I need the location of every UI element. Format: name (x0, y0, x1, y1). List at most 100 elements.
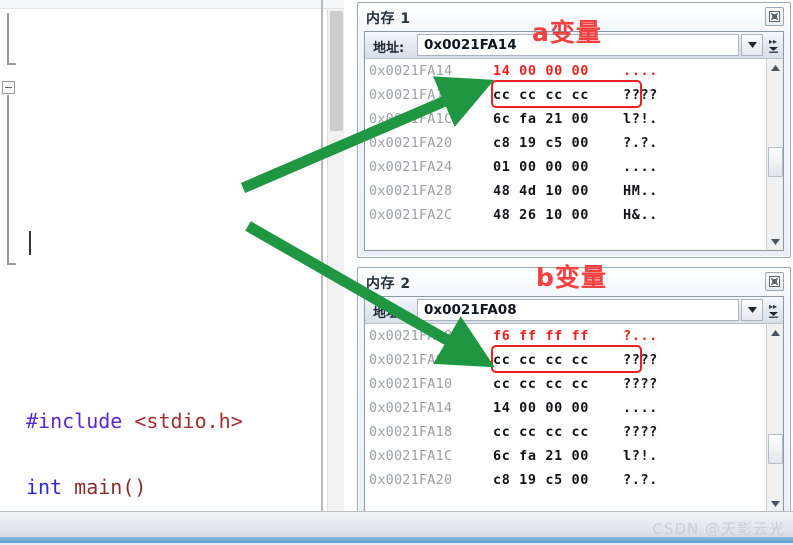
memory-window-2-title: 内存 2 (366, 276, 411, 292)
memory-window-2-row-ascii: .... (623, 400, 658, 416)
memory-window-2-row-hex: cc cc cc cc (493, 424, 590, 440)
memory-window-2-address-label: 地址: (373, 306, 405, 321)
memory-window-2-row-hex: c8 19 c5 00 (493, 472, 590, 488)
memory-window-2-row-address: 0x0021FA18 (369, 424, 453, 440)
memory-window-1-row[interactable]: 0x0021FA24 01 00 00 00.... (365, 155, 766, 179)
memory-window-2-row-ascii: ?... (623, 328, 658, 344)
fold-foot-include (7, 63, 16, 65)
chevron-down-icon (747, 307, 757, 313)
memory-window-2-row-hex: 14 00 00 00 (493, 400, 590, 416)
code-line-blank1 (0, 438, 320, 471)
memory-window-1-row-ascii: l?!. (623, 111, 658, 127)
code-token: int (26, 475, 63, 499)
memory-window-1-row-address: 0x0021FA18 (369, 87, 453, 103)
memory-window-2-row-ascii: ???? (623, 424, 658, 440)
text-caret (29, 231, 31, 255)
memory-window-1-row-hex: 6c fa 21 00 (493, 111, 590, 127)
fold-collapse-box-main[interactable] (2, 81, 15, 94)
memory-window-1-row-address: 0x0021FA14 (369, 63, 453, 79)
memory-window-2-row-address: 0x0021FA0C (369, 352, 453, 368)
memory-window-1-row-hex: 14 00 00 00 (493, 63, 590, 79)
memory-window-2-row-ascii: l?!. (623, 448, 658, 464)
watermark: CSDN @天影云光 (652, 520, 785, 538)
memory-window-1-row-hex: 01 00 00 00 (493, 159, 590, 175)
memory-window-1-row-address: 0x0021FA2C (369, 207, 453, 223)
editor-divider (321, 0, 323, 511)
code-token: #include (26, 409, 123, 433)
memory-window-2-scrollbar-thumb[interactable] (768, 434, 783, 464)
memory-window-1-row-ascii: H&.. (623, 207, 658, 223)
memory-window-2-row[interactable]: 0x0021FA2401 00 00 00.... (365, 492, 766, 501)
memory-window-1-address-dropdown[interactable] (741, 34, 763, 56)
float-window-icon (769, 11, 780, 22)
memory-window-1-row[interactable]: 0x0021FA28 48 4d 10 00 HM.. (365, 179, 766, 203)
memory-window-2-client: 地址: 0x0021FA08 ▸▸ 0x0021FA08 f6 ff ff ff… (364, 296, 784, 513)
memory-window-2-row-ascii: ?.?. (623, 472, 658, 488)
memory-window-1-scrollbar[interactable] (766, 59, 783, 250)
memory-window-1-scrollbar-thumb[interactable] (768, 147, 783, 177)
memory-window-1-row[interactable]: 0x0021FA3020 21 1c 00 !.. (365, 227, 766, 236)
memory-window-2-row-ascii: ???? (623, 352, 658, 368)
memory-window-2-row-address: 0x0021FA20 (369, 472, 453, 488)
memory-window-2-float-button[interactable] (765, 272, 784, 291)
annotation-a-variable: a变量 (532, 18, 602, 47)
memory-window-2-toolbar-overflow[interactable]: ▸▸ (765, 299, 781, 322)
memory-window-2-scrollbar[interactable] (766, 324, 783, 512)
memory-window-2-row[interactable]: 0x0021FA10 cc cc cc cc???? (365, 372, 766, 396)
memory-window-1-row-hex: cc cc cc cc (493, 87, 590, 103)
toolbar-overflow-icon: ▸▸ (768, 302, 778, 311)
memory-window-1-row-ascii: .... (623, 159, 658, 175)
memory-window-2-toolbar: 地址: 0x0021FA08 ▸▸ (365, 297, 783, 324)
fold-bracket-include (7, 13, 16, 63)
scroll-up-arrow-icon[interactable] (767, 59, 783, 76)
code-line-open-brace: { (0, 504, 320, 511)
scroll-up-arrow-icon[interactable] (767, 324, 783, 341)
memory-window-1-row[interactable]: 0x0021FA2C 48 26 10 00 H&.. (365, 203, 766, 227)
editor-vertical-scrollbar[interactable] (327, 9, 344, 511)
scroll-down-arrow-icon[interactable] (767, 495, 783, 512)
code-line-main: int main() (0, 471, 320, 504)
memory-window-2-row[interactable]: 0x0021FA0C cc cc cc cc???? (365, 348, 766, 372)
memory-window-2[interactable]: 内存 2 地址: 0x0021FA08 ▸▸ 0x0021FA08 f6 ff … (357, 267, 791, 520)
code-text-area[interactable]: #include <stdio.h> int main() { int a = … (0, 9, 320, 511)
editor-scrollbar-thumb[interactable] (330, 11, 343, 131)
memory-window-1-float-button[interactable] (765, 7, 784, 26)
float-window-icon (769, 276, 780, 287)
memory-window-1-row[interactable]: 0x0021FA20 c8 19 c5 00?.?. (365, 131, 766, 155)
memory-window-2-row[interactable]: 0x0021FA1C 6c fa 21 00 l?!. (365, 444, 766, 468)
memory-window-1-rows[interactable]: 0x0021FA14 14 00 00 00.... 0x0021FA18 cc cc… (365, 59, 766, 250)
fold-bracket-main (7, 95, 16, 263)
code-token: <stdio.h> (134, 409, 243, 433)
memory-window-2-rows[interactable]: 0x0021FA08 f6 ff ff ff?... 0x0021FA0C cc cc… (365, 324, 766, 512)
memory-window-2-row-ascii: ???? (623, 376, 658, 392)
code-token: main (74, 475, 123, 499)
memory-window-1-row-address: 0x0021FA24 (369, 159, 453, 175)
fold-foot-main (7, 263, 16, 265)
code-line-include: #include <stdio.h> (0, 405, 320, 438)
memory-window-2-row-hex: cc cc cc cc (493, 376, 590, 392)
screenshot-root: #include <stdio.h> int main() { int a = … (0, 0, 793, 545)
memory-window-1-row[interactable]: 0x0021FA1C 6c fa 21 00 l?!. (365, 107, 766, 131)
memory-window-2-row[interactable]: 0x0021FA08 f6 ff ff ff?... (365, 324, 766, 348)
memory-window-2-row[interactable]: 0x0021FA20 c8 19 c5 00?.?. (365, 468, 766, 492)
memory-window-1-toolbar-overflow[interactable]: ▸▸ (765, 34, 781, 57)
memory-window-1-client: 地址: 0x0021FA14 ▸▸ 0x0021FA14 14 00 00 00… (364, 31, 784, 251)
memory-window-1-row-address: 0x0021FA20 (369, 135, 453, 151)
memory-window-1-address-label: 地址: (373, 41, 405, 56)
memory-window-2-address-dropdown[interactable] (741, 299, 763, 321)
code-editor-pane: #include <stdio.h> int main() { int a = … (0, 0, 344, 511)
code-token: () (122, 475, 147, 499)
memory-window-1-row[interactable]: 0x0021FA14 14 00 00 00.... (365, 59, 766, 83)
memory-window-1-row[interactable]: 0x0021FA18 cc cc cc cc???? (365, 83, 766, 107)
editor-top-strip (0, 0, 344, 9)
chevron-down-icon (747, 42, 757, 48)
memory-window-2-row[interactable]: 0x0021FA14 14 00 00 00.... (365, 396, 766, 420)
memory-window-2-row-address: 0x0021FA08 (369, 328, 453, 344)
memory-window-2-address-input[interactable]: 0x0021FA08 (417, 299, 739, 321)
memory-window-2-row-address: 0x0021FA14 (369, 400, 453, 416)
scroll-down-arrow-icon[interactable] (767, 233, 783, 250)
memory-window-2-row[interactable]: 0x0021FA18 cc cc cc cc???? (365, 420, 766, 444)
memory-window-1-row-ascii: .... (623, 63, 658, 79)
